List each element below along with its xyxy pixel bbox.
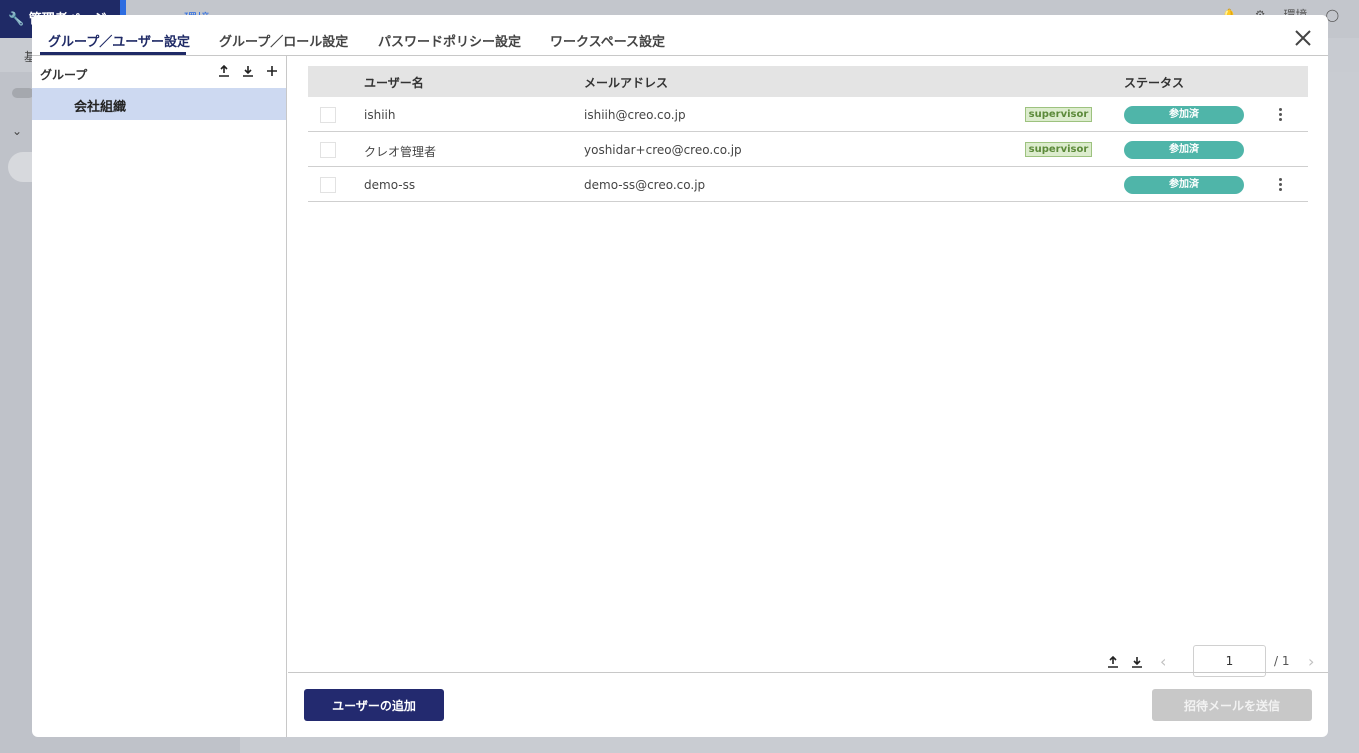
upload-icon [219,65,229,77]
group-actions [217,64,279,78]
column-status: ステータス [1124,76,1185,90]
status-badge: 参加済 [1124,141,1244,159]
row-menu-button[interactable] [1275,105,1285,123]
status-badge: 参加済 [1124,106,1244,124]
tab-workspace[interactable]: ワークスペース設定 [550,31,665,50]
user-table: ユーザー名 メールアドレス ステータス ishiih ishiih@creo.c… [308,66,1308,202]
kebab-dot [1278,177,1282,181]
download-icon [1132,657,1142,668]
cell-email: demo-ss@creo.co.jp [584,178,706,192]
tab-password-policy[interactable]: パスワードポリシー設定 [378,31,521,50]
page-total: / 1 [1274,654,1290,668]
row-menu-button[interactable] [1275,175,1285,193]
table-row[interactable]: クレオ管理者 yoshidar+creo@creo.co.jp supervis… [308,132,1308,167]
kebab-dot [1278,117,1282,121]
group-pane: グループ 会社組織 [32,56,287,737]
import-button[interactable] [1130,655,1144,669]
user-pane: ユーザー名 メールアドレス ステータス ishiih ishiih@creo.c… [288,56,1328,737]
close-button[interactable] [1292,27,1314,49]
group-header: グループ [40,68,88,82]
next-page-button[interactable]: › [1308,652,1314,671]
kebab-dot [1278,112,1282,116]
kebab-dot [1278,187,1282,191]
cell-username: クレオ管理者 [364,145,437,159]
tab-bar: グループ／ユーザー設定 グループ／ロール設定 パスワードポリシー設定 ワークスペ… [32,15,1328,56]
upload-icon [1108,656,1118,668]
send-invite-button[interactable]: 招待メールを送信 [1152,689,1312,721]
tab-group-role[interactable]: グループ／ロール設定 [219,31,348,50]
download-button[interactable] [241,64,255,78]
row-checkbox[interactable] [320,107,336,123]
prev-page-button[interactable]: ‹ [1160,652,1166,671]
add-user-button[interactable]: ユーザーの追加 [304,689,444,721]
download-icon [243,66,253,77]
cell-email: yoshidar+creo@creo.co.jp [584,143,742,157]
row-checkbox[interactable] [320,177,336,193]
close-icon [1295,30,1311,46]
settings-modal: グループ／ユーザー設定 グループ／ロール設定 パスワードポリシー設定 ワークスペ… [32,15,1328,737]
add-group-button[interactable] [265,64,279,78]
role-badge: supervisor [1025,107,1092,122]
status-badge: 参加済 [1124,176,1244,194]
cell-email: ishiih@creo.co.jp [584,108,686,122]
active-tab-indicator [40,52,186,55]
table-row[interactable]: demo-ss demo-ss@creo.co.jp 参加済 [308,167,1308,202]
table-row[interactable]: ishiih ishiih@creo.co.jp supervisor 参加済 [308,97,1308,132]
kebab-dot [1278,107,1282,111]
plus-icon [267,66,277,76]
row-checkbox[interactable] [320,142,336,158]
export-button[interactable] [1106,655,1120,669]
table-header: ユーザー名 メールアドレス ステータス [308,66,1308,97]
group-item-label: 会社組織 [74,100,127,115]
modal-footer: ユーザーの追加 招待メールを送信 [288,672,1328,737]
upload-button[interactable] [217,64,231,78]
group-item-company[interactable]: 会社組織 [32,88,286,120]
column-email: メールアドレス [584,76,669,90]
column-username: ユーザー名 [364,76,424,90]
chevron-down-icon: ⌄ [12,124,23,138]
tab-group-user[interactable]: グループ／ユーザー設定 [48,31,190,50]
role-badge: supervisor [1025,142,1092,157]
cell-username: demo-ss [364,178,416,192]
kebab-dot [1278,182,1282,186]
cell-username: ishiih [364,108,396,122]
background-toggle [12,88,34,98]
